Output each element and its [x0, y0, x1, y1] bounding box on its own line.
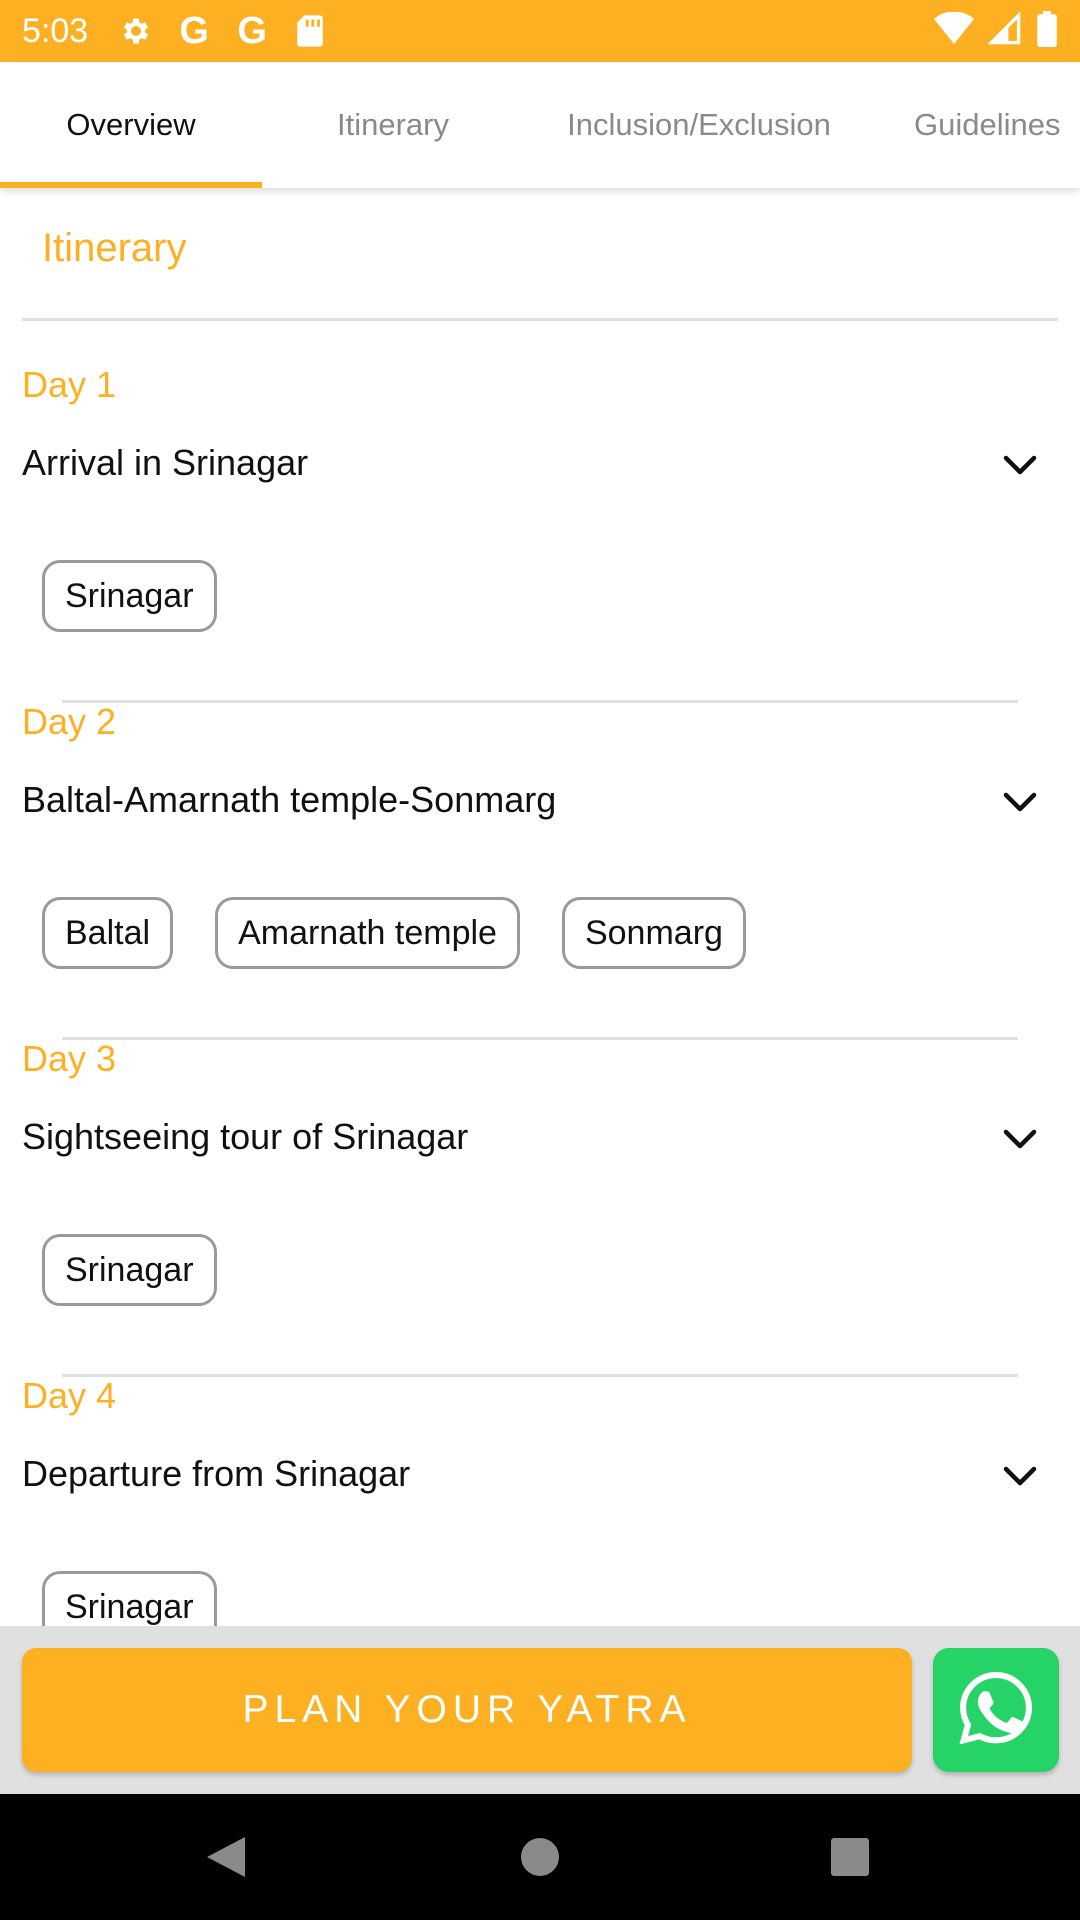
status-bar: 5:03 G G	[0, 0, 1080, 62]
gear-icon	[118, 13, 154, 49]
place-chip[interactable]: Amarnath temple	[215, 897, 520, 969]
bottom-action-bar: PLAN YOUR YATRA	[0, 1626, 1080, 1794]
section-title: Itinerary	[42, 226, 187, 270]
chevron-down-icon[interactable]	[998, 1455, 1042, 1499]
day-title[interactable]: Sightseeing tour of Srinagar	[22, 1116, 468, 1158]
day-label: Day 3	[22, 1038, 117, 1079]
place-chip[interactable]: Srinagar	[42, 1234, 217, 1306]
day-item: Day 3 Sightseeing tour of Srinagar Srina…	[0, 1038, 1080, 1377]
chevron-down-icon[interactable]	[998, 1118, 1042, 1162]
day-title[interactable]: Arrival in Srinagar	[22, 442, 308, 484]
tab-overview[interactable]: Overview	[0, 62, 262, 188]
place-chips: Srinagar	[42, 1234, 217, 1306]
chevron-down-icon[interactable]	[998, 444, 1042, 488]
whatsapp-button[interactable]	[933, 1648, 1059, 1772]
day-label: Day 1	[22, 364, 117, 405]
navigation-bar	[0, 1794, 1080, 1920]
status-icons-right	[934, 10, 1058, 52]
recents-icon[interactable]	[820, 1827, 880, 1887]
google-icon: G	[237, 9, 267, 52]
google-icon: G	[179, 9, 209, 52]
chevron-down-icon[interactable]	[998, 781, 1042, 825]
day-title[interactable]: Baltal-Amarnath temple-Sonmarg	[22, 779, 556, 821]
place-chip[interactable]: Srinagar	[42, 560, 217, 632]
day-title[interactable]: Departure from Srinagar	[22, 1453, 410, 1495]
place-chip[interactable]: Baltal	[42, 897, 174, 969]
battery-icon	[1036, 10, 1058, 52]
day-label: Day 4	[22, 1375, 117, 1416]
back-icon[interactable]	[195, 1827, 255, 1887]
sd-card-icon	[292, 13, 328, 49]
status-time: 5:03	[22, 11, 89, 50]
home-icon[interactable]	[510, 1827, 570, 1887]
tab-guidelines[interactable]: Guidelines	[874, 62, 1080, 188]
divider	[22, 318, 1058, 321]
day-item: Day 1 Arrival in Srinagar Srinagar	[0, 364, 1080, 703]
day-item: Day 2 Baltal-Amarnath temple-Sonmarg Bal…	[0, 701, 1080, 1040]
plan-your-yatra-button[interactable]: PLAN YOUR YATRA	[22, 1648, 912, 1772]
tab-inclusion-exclusion[interactable]: Inclusion/Exclusion	[524, 62, 874, 188]
day-item: Day 4 Departure from Srinagar Srinagar	[0, 1375, 1080, 1626]
status-icons-left: G G	[118, 9, 328, 52]
tab-bar: Overview Itinerary Inclusion/Exclusion G…	[0, 62, 1080, 188]
wifi-icon	[934, 10, 974, 51]
day-label: Day 2	[22, 701, 117, 742]
place-chips: Srinagar	[42, 1571, 217, 1626]
place-chips: Srinagar	[42, 560, 217, 632]
itinerary-content[interactable]: Itinerary Day 1 Arrival in Srinagar Srin…	[0, 196, 1080, 1626]
signal-icon	[987, 10, 1022, 51]
place-chips: Baltal Amarnath temple Sonmarg	[42, 897, 746, 969]
tab-itinerary[interactable]: Itinerary	[262, 62, 524, 188]
place-chip[interactable]: Sonmarg	[561, 897, 746, 969]
whatsapp-icon	[957, 1669, 1035, 1752]
place-chip[interactable]: Srinagar	[42, 1571, 217, 1626]
